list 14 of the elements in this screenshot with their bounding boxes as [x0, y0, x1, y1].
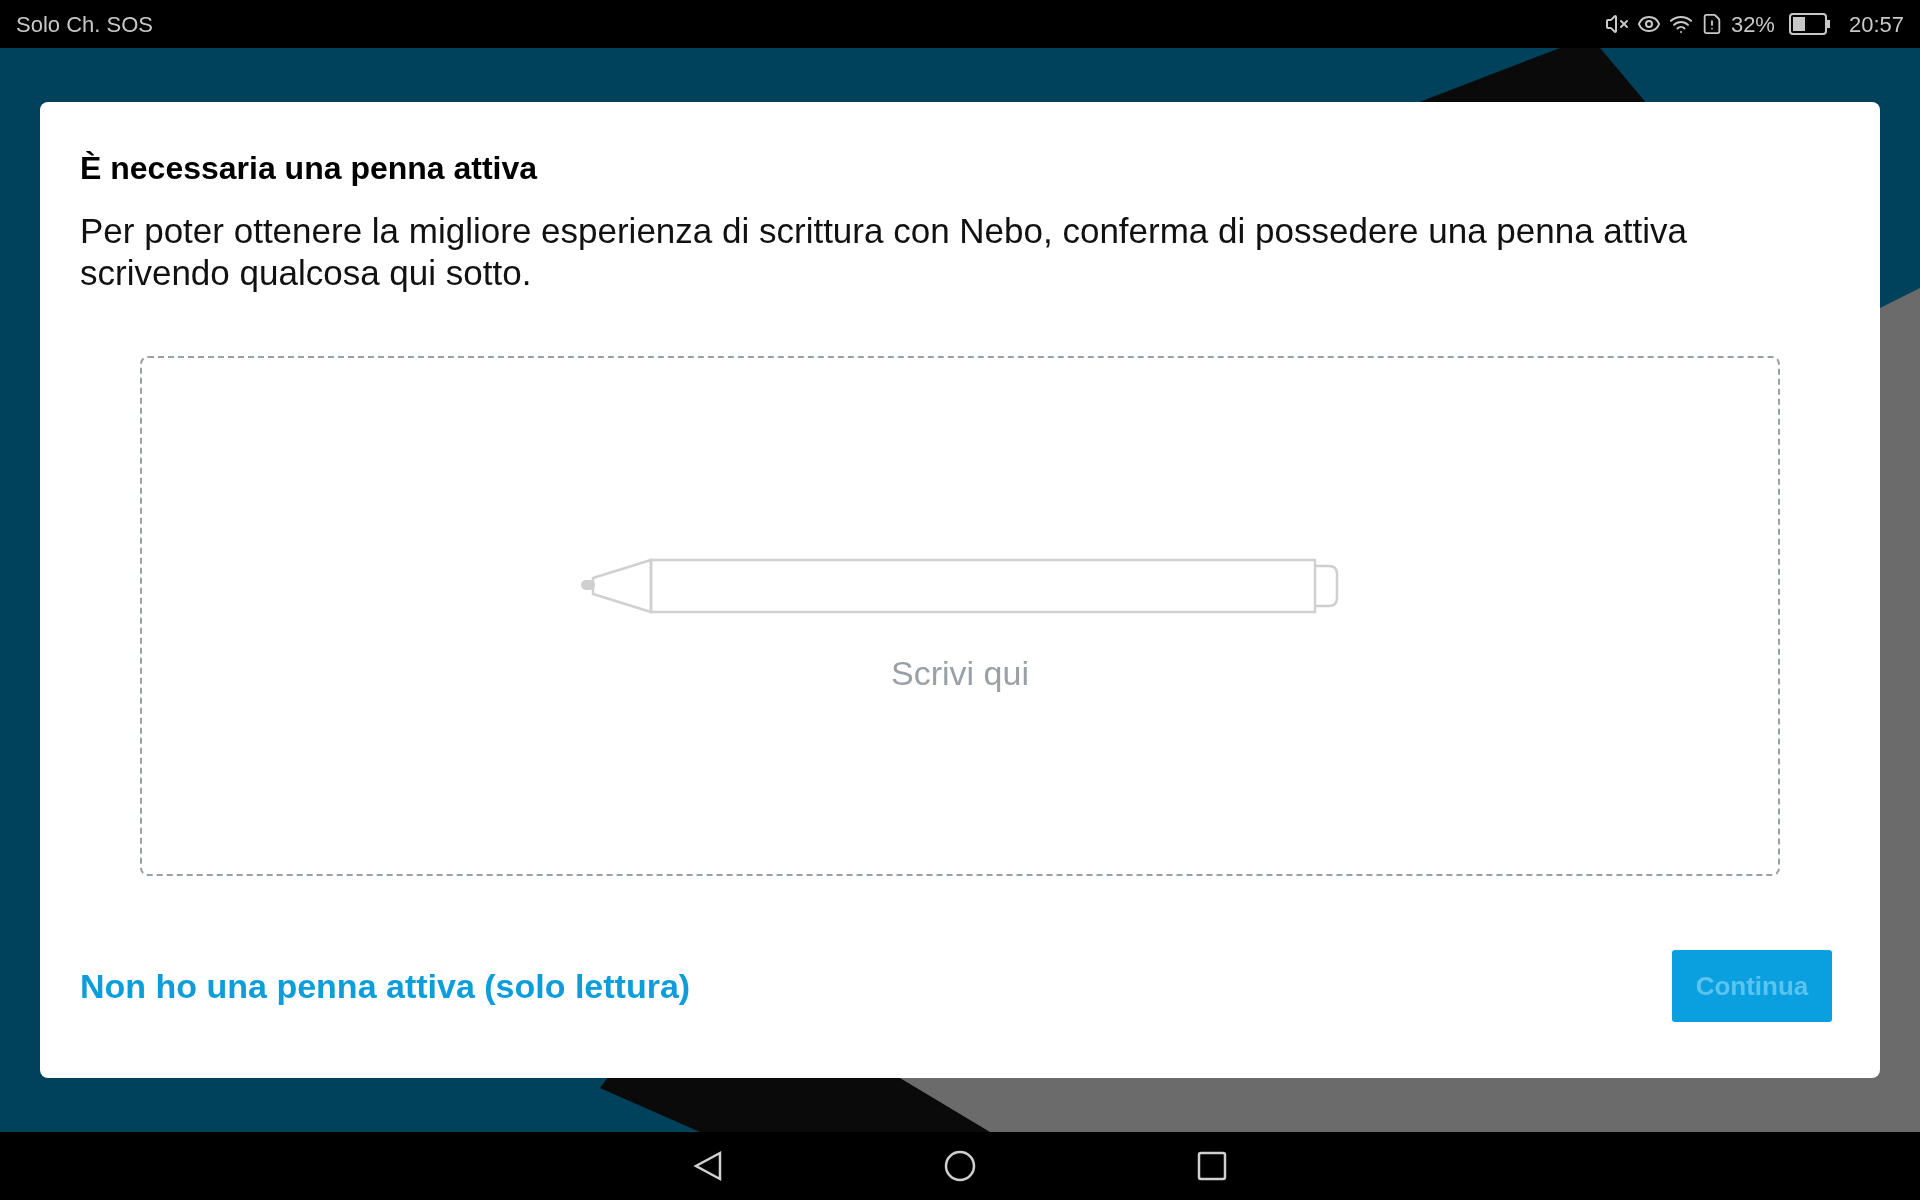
battery-icon [1788, 13, 1831, 35]
pen-icon [579, 557, 1341, 614]
dialog-title: È necessaria una penna attiva [80, 149, 539, 188]
carrier-label: Solo Ch. SOS [16, 10, 153, 39]
mute-icon [1604, 12, 1629, 36]
writing-placeholder: Scrivi qui [891, 652, 1029, 694]
writing-area[interactable]: Scrivi qui [140, 356, 1780, 876]
home-icon[interactable] [943, 1149, 977, 1183]
back-icon[interactable] [693, 1150, 723, 1182]
read-only-link[interactable]: Non ho una penna attiva (solo lettura) [80, 960, 691, 1012]
dialog-message: Per poter ottenere la migliore esperienza di scrittura con Nebo, conferma di possedere una penna attiva scrivendo qualcosa qui sotto. [80, 210, 1689, 294]
recents-icon[interactable] [1197, 1151, 1227, 1181]
battery-percent: 32% [1730, 10, 1775, 39]
clock: 20:57 [1848, 10, 1904, 39]
